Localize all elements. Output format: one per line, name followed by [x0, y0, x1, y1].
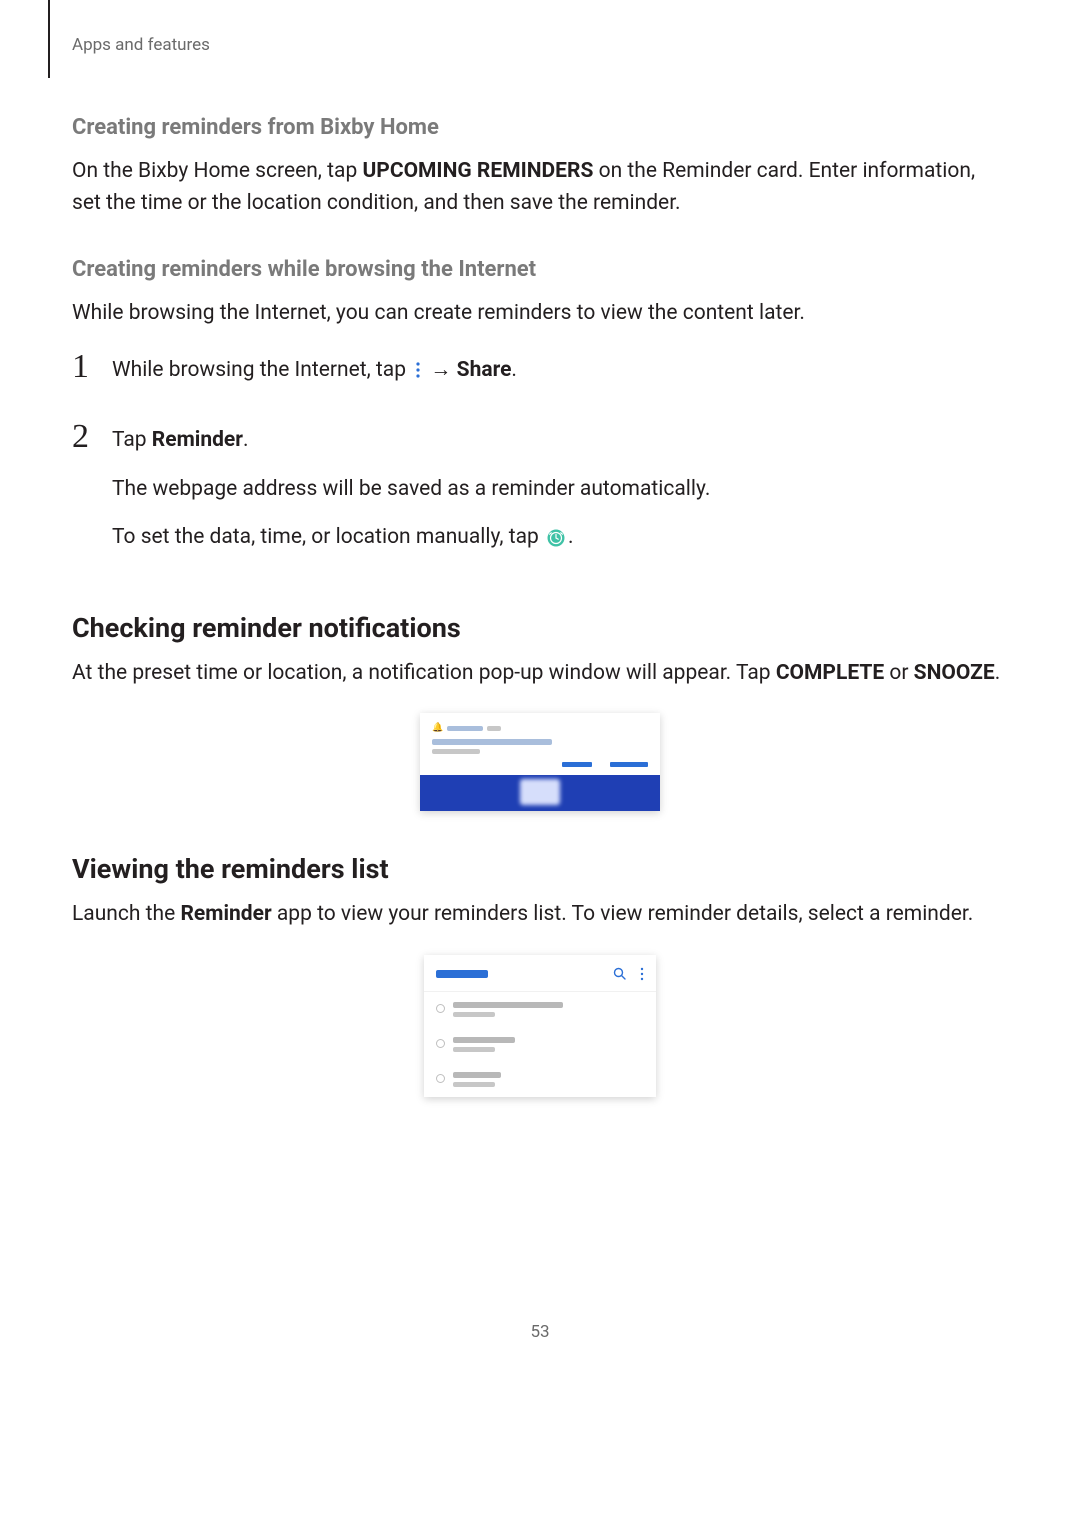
heading-browsing-internet: Creating reminders while browsing the In…: [72, 257, 1008, 282]
app-title-placeholder: [436, 970, 488, 978]
label-upcoming-reminders: UPCOMING REMINDERS: [362, 159, 593, 183]
heading-bixby-home: Creating reminders from Bixby Home: [72, 115, 1008, 140]
heading-checking-notifications: Checking reminder notifications: [72, 612, 1008, 644]
para-checking-notifications: At the preset time or location, a notifi…: [72, 658, 1008, 690]
page-number: 53: [0, 1322, 1080, 1342]
heading-viewing-list: Viewing the reminders list: [72, 853, 1008, 885]
step-2-line1: Tap Reminder.: [112, 424, 1008, 457]
figure-notification: 🔔: [72, 713, 1008, 811]
notification-action-1: [562, 762, 592, 767]
para-bixby-home: On the Bixby Home screen, tap UPCOMING R…: [72, 156, 1008, 219]
step-number: 1: [72, 350, 112, 384]
figure-reminder-list: [72, 955, 1008, 1097]
more-options-icon: [640, 967, 644, 981]
list-item: [424, 1062, 656, 1097]
step-2-line3: To set the data, time, or location manua…: [112, 521, 1008, 554]
label-share: Share: [457, 358, 512, 382]
step-1-text: While browsing the Internet, tap → Share…: [112, 354, 1008, 387]
page-vertical-rule: [48, 0, 50, 78]
breadcrumb: Apps and features: [72, 35, 1008, 55]
step-number: 2: [72, 420, 112, 454]
para-browsing-internet: While browsing the Internet, you can cre…: [72, 298, 1008, 330]
para-viewing-list: Launch the Reminder app to view your rem…: [72, 899, 1008, 931]
step-2-line2: The webpage address will be saved as a r…: [112, 473, 1008, 506]
step-2: 2 Tap Reminder. The webpage address will…: [72, 420, 1008, 570]
label-reminder: Reminder: [152, 428, 243, 452]
list-item: [424, 992, 656, 1027]
label-complete: COMPLETE: [776, 661, 884, 685]
search-icon: [613, 967, 626, 980]
reminder-clock-icon: [547, 529, 565, 547]
label-reminder-app: Reminder: [180, 902, 271, 926]
steps-list: 1 While browsing the Internet, tap → Sha…: [72, 350, 1008, 570]
list-item: [424, 1027, 656, 1062]
notification-action-2: [610, 762, 648, 767]
bell-icon: 🔔: [432, 723, 443, 733]
more-options-icon: [414, 361, 422, 379]
step-1: 1 While browsing the Internet, tap → Sha…: [72, 350, 1008, 403]
label-snooze: SNOOZE: [914, 661, 995, 685]
